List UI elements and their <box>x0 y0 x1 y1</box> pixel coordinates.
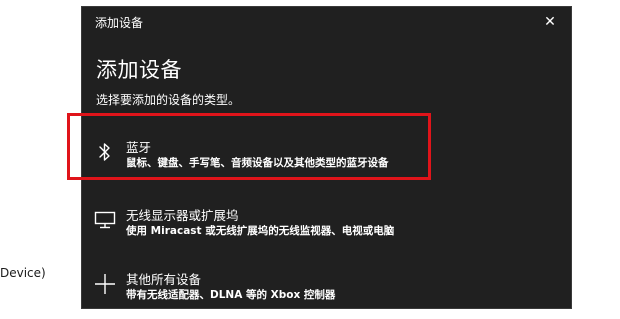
option-name: 无线显示器或扩展坞 <box>126 208 239 223</box>
window-title: 添加设备 <box>95 16 144 30</box>
monitor-icon <box>92 207 118 233</box>
close-icon[interactable]: ✕ <box>539 11 561 33</box>
page-title: 添加设备 <box>96 58 182 82</box>
page-subtitle: 选择要添加的设备的类型。 <box>96 93 241 107</box>
option-name: 其他所有设备 <box>126 272 202 287</box>
option-wireless-display[interactable]: 无线显示器或扩展坞 使用 Miracast 或无线扩展坞的无线监视器、电视或电脑 <box>82 201 573 255</box>
title-bar: 添加设备 ✕ <box>82 7 571 37</box>
option-description: 使用 Miracast 或无线扩展坞的无线监视器、电视或电脑 <box>126 225 395 237</box>
background-text-fragment: Device) <box>0 266 46 280</box>
option-description: 带有无线适配器、DLNA 等的 Xbox 控制器 <box>126 289 336 301</box>
plus-icon <box>92 271 118 297</box>
option-everything-else[interactable]: 其他所有设备 带有无线适配器、DLNA 等的 Xbox 控制器 <box>82 265 573 319</box>
highlight-annotation-box <box>67 113 431 180</box>
